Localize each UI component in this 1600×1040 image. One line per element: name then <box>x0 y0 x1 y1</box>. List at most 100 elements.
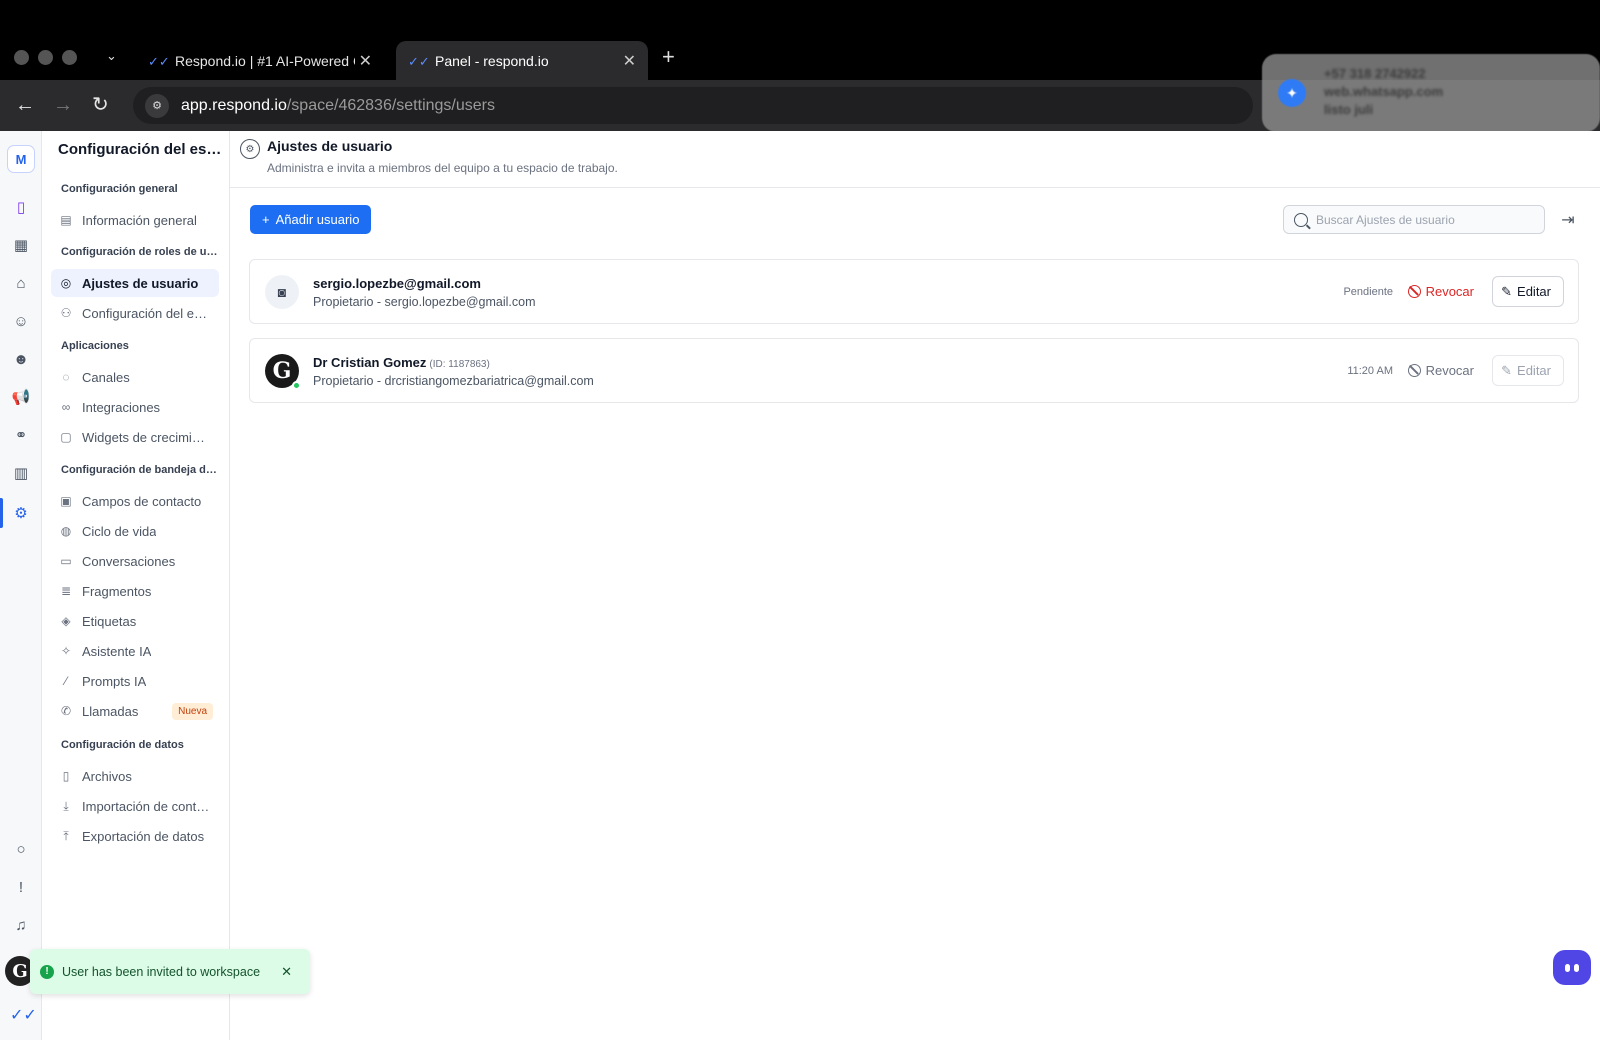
user-status: Pendiente <box>1343 286 1393 298</box>
window-close-button[interactable] <box>14 50 29 65</box>
sidebar-item-label: Prompts IA <box>82 673 147 689</box>
success-toast: ! User has been invited to workspace ✕ <box>30 949 310 994</box>
building-icon: ▤ <box>60 213 72 227</box>
sidebar-item-calls[interactable]: ✆ Llamadas Nueva <box>51 697 219 725</box>
sidebar-item-label: Widgets de crecimiento <box>82 429 210 445</box>
settings-sidebar-title: Configuración del espacio de trabajo <box>58 141 228 158</box>
sidebar-item-contact-import[interactable]: ⤓ Importación de contactos <box>51 792 219 820</box>
sidebar-item-label: Importación de contactos <box>82 798 210 814</box>
new-tab-button[interactable]: + <box>662 44 675 70</box>
tab-list-chevron-icon[interactable]: ⌄ <box>106 48 117 64</box>
sidebar-item-label: Configuración del equipo <box>82 305 210 321</box>
sidebar-item-ai-prompts[interactable]: ⁄ Prompts IA <box>51 667 219 695</box>
sidebar-item-data-export[interactable]: ⤒ Exportación de datos <box>51 822 219 850</box>
search-icon <box>1294 212 1308 227</box>
user-last-seen: 11:20 AM <box>1347 365 1393 377</box>
sidebar-item-general-info[interactable]: ▤ Información general <box>51 206 219 234</box>
url-text[interactable]: app.respond.io/space/462836/settings/use… <box>181 97 495 115</box>
sidebar-item-tags[interactable]: ◈ Etiquetas <box>51 607 219 635</box>
tab-close-icon[interactable]: ✕ <box>359 51 372 71</box>
browser-tab-respond-home[interactable]: ✓✓ Respond.io | #1 AI-Powered Customer C… <box>136 41 384 80</box>
workflows-icon[interactable]: ⚭ <box>9 423 33 447</box>
url-omnibox[interactable]: ⚙ app.respond.io/space/462836/settings/u… <box>133 87 1253 124</box>
user-role-email: Propietario - drcristiangomezbariatrica@… <box>313 374 594 388</box>
reports-icon[interactable]: ▥ <box>9 461 33 485</box>
sidebar-item-label: Ciclo de vida <box>82 523 157 539</box>
page-title: Ajustes de usuario <box>267 138 393 154</box>
revoke-button[interactable]: Revocar <box>1407 363 1474 378</box>
ai-agents-icon[interactable]: ☻ <box>9 347 33 371</box>
tab-title: Respond.io | #1 AI-Powered Customer Conv… <box>175 52 355 69</box>
sidebar-item-integrations[interactable]: ∞ Integraciones <box>51 393 219 421</box>
tab-close-icon[interactable]: ✕ <box>623 51 636 71</box>
search-input[interactable] <box>1316 212 1536 227</box>
sidebar-item-team-settings[interactable]: ⚇ Configuración del equipo <box>51 299 219 327</box>
search-icon[interactable]: ○ <box>9 837 33 861</box>
user-settings-icon: ◎ <box>60 276 72 290</box>
help-icon[interactable]: ! <box>9 875 33 899</box>
toast-close-icon[interactable]: ✕ <box>281 964 292 980</box>
revoke-label: Revocar <box>1425 363 1474 378</box>
chat-eye-icon <box>1565 963 1570 972</box>
sidebar-item-ai-assistant[interactable]: ✧ Asistente IA <box>51 637 219 665</box>
dashboard-icon[interactable]: ▦ <box>9 233 33 257</box>
sidebar-item-channels[interactable]: ◌ Canales <box>51 363 219 391</box>
site-info-icon[interactable]: ⚙ <box>145 93 169 118</box>
section-inbox: Configuración de bandeja de entrada <box>61 464 221 476</box>
add-user-button[interactable]: + Añadir usuario <box>250 205 372 234</box>
widget-icon: ▢ <box>60 430 72 444</box>
sidebar-item-label: Campos de contacto <box>82 493 202 509</box>
inbox-icon[interactable]: ⌂ <box>9 271 33 295</box>
respond-favicon-icon: ✓✓ <box>408 53 430 69</box>
page-header: ⚙ Ajustes de usuario Administra e invita… <box>230 131 1600 188</box>
link-icon: ∞ <box>61 400 71 414</box>
chat-widget-button[interactable] <box>1553 950 1591 985</box>
sidebar-item-contact-fields[interactable]: ▣ Campos de contacto <box>51 487 219 515</box>
sidebar-item-user-settings[interactable]: ◎ Ajustes de usuario <box>51 269 219 297</box>
toast-message: User has been invited to workspace <box>62 964 261 979</box>
user-row: ◙ sergio.lopezbe@gmail.com Propietario -… <box>249 259 1579 324</box>
sidebar-item-label: Fragmentos <box>82 583 152 599</box>
broadcast-megaphone-icon[interactable]: 📢 <box>9 385 33 409</box>
sidebar-item-label: Ajustes de usuario <box>82 275 199 291</box>
respond-favicon-icon: ✓✓ <box>148 53 170 69</box>
sidebar-item-lifecycle[interactable]: ◍ Ciclo de vida <box>51 517 219 545</box>
lifecycle-icon: ◍ <box>60 524 72 538</box>
user-row: G Dr Cristian Gomez (ID: 1187863) Propiet… <box>249 338 1579 403</box>
system-notification[interactable]: ✦ +57 318 2742922 web.whatsapp.com listo… <box>1262 54 1600 132</box>
revoke-button[interactable]: Revocar <box>1407 284 1474 299</box>
success-check-icon: ! <box>40 964 54 979</box>
sidebar-item-conversations[interactable]: ▭ Conversaciones <box>51 547 219 575</box>
window-minimize-button[interactable] <box>38 50 53 65</box>
ban-icon <box>1407 285 1421 298</box>
chat-eye-icon <box>1574 963 1579 972</box>
workspace-switcher[interactable]: M <box>7 145 35 173</box>
edit-label: Editar <box>1517 284 1551 299</box>
notifications-bell-icon[interactable]: ♫ <box>9 913 33 937</box>
online-status-dot <box>292 381 301 390</box>
export-users-icon[interactable]: ⇥ <box>1557 209 1579 231</box>
phone-icon: ✆ <box>60 704 72 718</box>
reload-icon[interactable]: ↻ <box>92 94 109 116</box>
browser-tab-panel[interactable]: ✓✓ Panel - respond.io ✕ <box>396 41 648 80</box>
back-arrow-icon[interactable]: ← <box>15 94 35 116</box>
sidebar-item-label: Asistente IA <box>82 643 152 659</box>
forward-arrow-icon[interactable]: → <box>53 94 73 116</box>
book-icon: ▯ <box>62 769 70 783</box>
page-subtitle: Administra e invita a miembros del equip… <box>267 161 618 175</box>
sidebar-item-snippets[interactable]: ≣ Fragmentos <box>51 577 219 605</box>
settings-gear-icon[interactable]: ⚙ <box>9 501 33 525</box>
sidebar-item-files[interactable]: ▯ Archivos <box>51 762 219 790</box>
revoke-label: Revocar <box>1425 284 1474 299</box>
edit-button[interactable]: ✎ Editar <box>1492 276 1564 307</box>
window-maximize-button[interactable] <box>62 50 77 65</box>
contacts-icon[interactable]: ☺ <box>9 309 33 333</box>
main-content: ⚙ Ajustes de usuario Administra e invita… <box>230 131 1600 1040</box>
notification-source: web.whatsapp.com <box>1324 84 1444 99</box>
section-user-roles: Configuración de roles de usuario <box>61 246 221 258</box>
settings-sidebar: Configuración del espacio de trabajo Con… <box>42 131 230 1040</box>
getting-started-icon[interactable]: ▯ <box>9 195 33 219</box>
app-root: M ▯ ▦ ⌂ ☺ ☻ 📢 ⚭ ▥ ⚙ ○ ! ♫ G ✓✓ Configura… <box>0 131 1600 1040</box>
sidebar-item-growth-widgets[interactable]: ▢ Widgets de crecimiento <box>51 423 219 451</box>
search-box[interactable] <box>1283 205 1545 234</box>
